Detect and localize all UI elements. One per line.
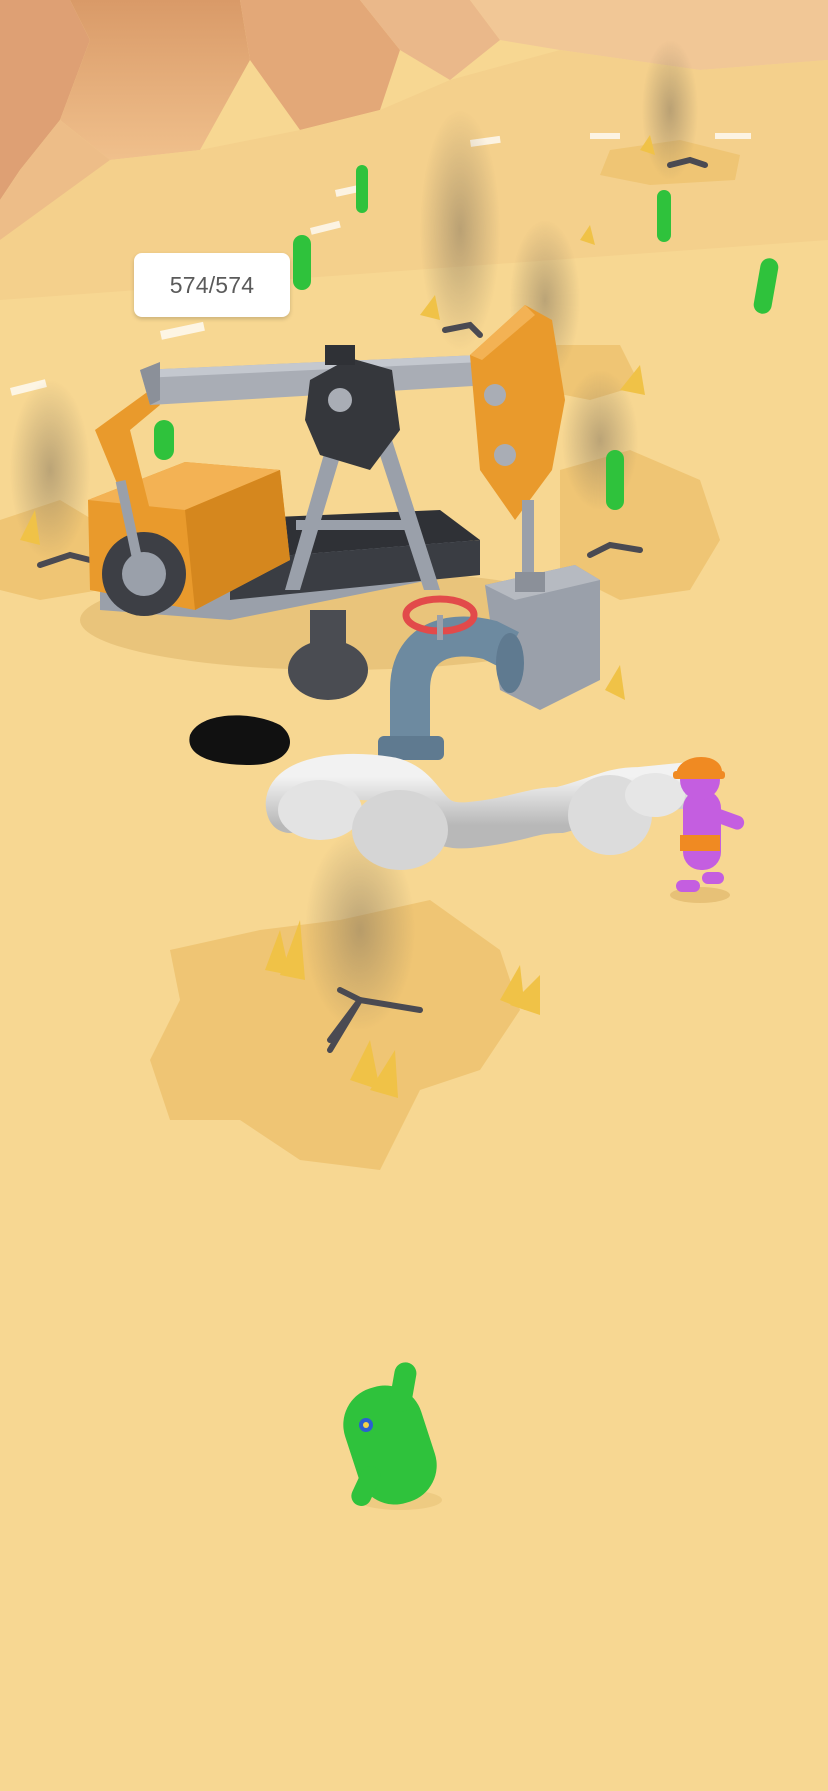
- oil-counter-badge: 574/574: [134, 253, 290, 317]
- game-world[interactable]: [0, 0, 828, 1791]
- oil-counter-text: 574/574: [169, 271, 255, 298]
- game-scene[interactable]: 574/574: [0, 0, 828, 1791]
